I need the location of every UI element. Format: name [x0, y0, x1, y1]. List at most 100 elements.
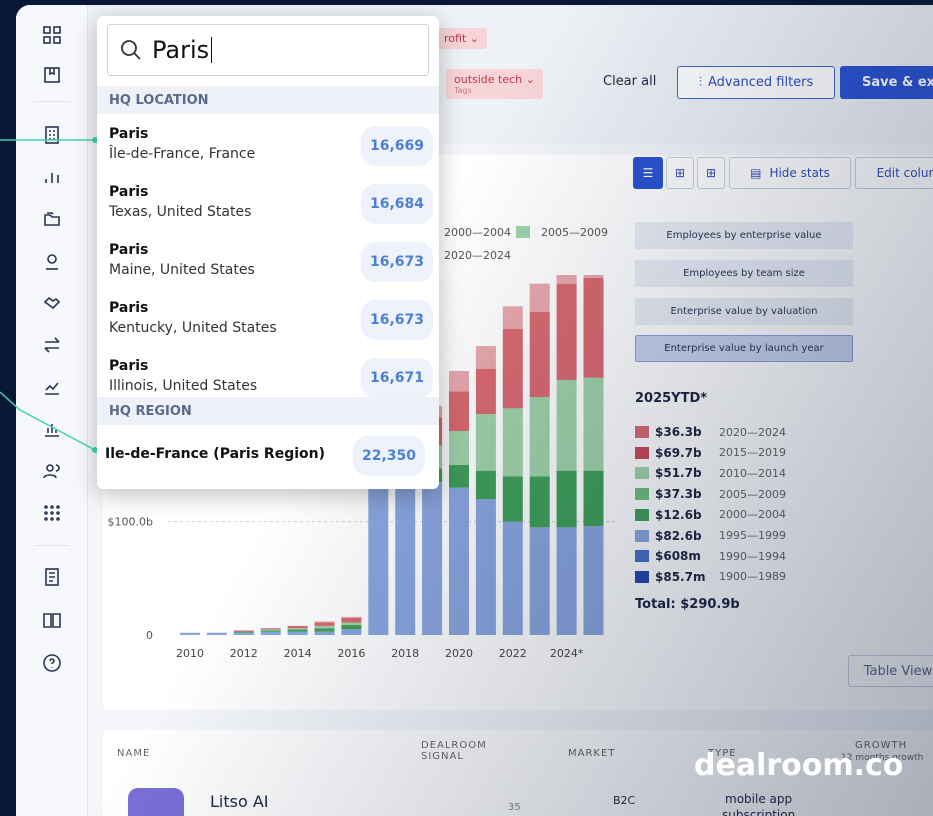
- help-icon[interactable]: [40, 651, 64, 675]
- market-column-header[interactable]: MARKET: [568, 748, 615, 759]
- market-value: B2C: [613, 794, 636, 807]
- stat-button-enterprise-valuation[interactable]: Enterprise value by valuation: [635, 298, 853, 325]
- bar-segment: [502, 408, 523, 477]
- bar-segment: [556, 470, 577, 528]
- bar-segment: [449, 431, 469, 465]
- bar-segment: [314, 625, 335, 629]
- bar-segment: [287, 625, 308, 629]
- bar-segment: [314, 628, 335, 632]
- y-tick-label: 0: [146, 629, 153, 642]
- bar-segment: [583, 278, 604, 378]
- bar-segment: [556, 527, 577, 635]
- location-option[interactable]: Paris Île-de-France, France 16,669: [97, 126, 439, 184]
- bar-segment: [260, 628, 281, 630]
- stats-total: Total: $290.9b: [635, 597, 740, 612]
- stat-value: $69.7b: [655, 445, 702, 460]
- stat-button-employees-enterprise[interactable]: Employees by enterprise value: [635, 222, 853, 249]
- bar-segment: [341, 618, 362, 623]
- stat-swatch: [635, 570, 649, 583]
- stat-label: 2005—2009: [719, 487, 786, 501]
- stat-button-enterprise-launch[interactable]: Enterprise value by launch year: [635, 335, 853, 362]
- x-tick-label: 2022: [499, 647, 527, 660]
- bar-segment: [422, 482, 443, 635]
- y-tick-label: $100.0b: [108, 516, 153, 529]
- option-count: 16,673: [361, 300, 433, 340]
- grid-view-toggle[interactable]: ⊞: [666, 157, 694, 189]
- bar-segment: [449, 487, 469, 635]
- news-icon[interactable]: [40, 565, 64, 589]
- bar-segment: [583, 526, 604, 635]
- bar-segment: [287, 629, 308, 632]
- bar-segment: [529, 476, 550, 528]
- bar-segment: [449, 465, 469, 488]
- bar-segment: [556, 283, 577, 380]
- search-input[interactable]: Paris: [107, 24, 429, 76]
- signal-value: 35: [508, 802, 521, 813]
- bar-segment: [260, 629, 281, 631]
- bar-segment: [502, 476, 523, 522]
- option-sub: Île-de-France, France: [109, 146, 256, 162]
- name-column-header[interactable]: NAME: [117, 748, 150, 759]
- option-sub: Texas, United States: [109, 204, 252, 220]
- x-tick-label: 2016: [337, 647, 365, 660]
- book-icon[interactable]: [40, 608, 64, 632]
- location-option[interactable]: Paris Texas, United States 16,684: [97, 184, 439, 242]
- map-view-toggle[interactable]: ⊞: [697, 157, 725, 189]
- signal-column-header[interactable]: DEALROOM SIGNAL: [421, 740, 501, 762]
- stat-button-employees-team[interactable]: Employees by team size: [635, 260, 853, 287]
- option-count: 16,671: [361, 358, 433, 398]
- option-name: Ile-de-France (Paris Region): [105, 446, 326, 462]
- hide-stats-button[interactable]: ▤ Hide stats: [729, 157, 851, 189]
- list-view-toggle[interactable]: ☰: [633, 157, 663, 189]
- bar-segment: [341, 629, 362, 635]
- bar-segment: [502, 306, 523, 329]
- bar-segment: [556, 275, 577, 284]
- stat-row: $69.7b 2015—2019: [635, 446, 786, 460]
- location-option[interactable]: Paris Kentucky, United States 16,673: [97, 300, 439, 358]
- stat-label: 1900—1989: [719, 570, 786, 584]
- option-count: 16,684: [361, 184, 433, 224]
- option-name: Paris: [109, 242, 149, 258]
- tech-filter-chip[interactable]: outside tech ⌄ Tags: [446, 69, 543, 99]
- bar-segment: [395, 476, 416, 635]
- table-view-button[interactable]: Table View: [848, 655, 933, 687]
- location-option[interactable]: Paris Maine, United States 16,673: [97, 242, 439, 300]
- x-tick-label: 2012: [230, 647, 258, 660]
- bar-segment: [233, 630, 254, 632]
- sidebar-divider: [34, 545, 70, 546]
- bar-segment: [287, 631, 308, 635]
- bar-segment: [556, 380, 577, 471]
- bar-segment: [180, 632, 200, 635]
- option-sub: Kentucky, United States: [109, 320, 277, 336]
- stat-value: $608m: [655, 549, 701, 564]
- text-cursor: [211, 37, 213, 63]
- bar-segment: [583, 377, 604, 471]
- edit-columns-button[interactable]: Edit colur: [855, 157, 933, 189]
- clear-all-link[interactable]: Clear all: [603, 74, 656, 89]
- bar-segment: [314, 621, 335, 623]
- bar-segment: [233, 631, 254, 633]
- company-name[interactable]: Litso AI: [210, 792, 269, 811]
- sliders-icon: ⫶: [698, 75, 702, 90]
- stat-label: 2020—2024: [719, 425, 786, 439]
- stat-label: 1995—1999: [719, 529, 786, 542]
- stat-row: $608m 1990—1994: [635, 549, 786, 563]
- profit-filter-chip[interactable]: rofit ⌄: [436, 28, 487, 49]
- stat-row: $36.3b 2020—2024: [635, 425, 786, 439]
- region-option[interactable]: Ile-de-France (Paris Region) 22,350: [97, 436, 439, 480]
- bar-segment: [529, 527, 550, 635]
- bar-segment: [529, 312, 550, 397]
- grid-dots-icon[interactable]: [40, 501, 64, 525]
- bar-segment: [529, 397, 550, 477]
- stat-label: 2010—2014: [719, 466, 786, 480]
- advanced-filters-label: Advanced filters: [707, 75, 814, 90]
- bar-segment: [449, 391, 469, 431]
- save-export-button[interactable]: Save & expo: [840, 66, 933, 99]
- stat-value: $51.7b: [655, 466, 702, 481]
- bar-segment: [233, 632, 254, 635]
- stat-swatch: [635, 550, 649, 563]
- advanced-filters-button[interactable]: ⫶ Advanced filters: [677, 66, 835, 99]
- stat-row: $51.7b 2010—2014: [635, 466, 786, 480]
- type-value: mobile app: [725, 792, 793, 806]
- stat-value: $85.7m: [655, 569, 706, 584]
